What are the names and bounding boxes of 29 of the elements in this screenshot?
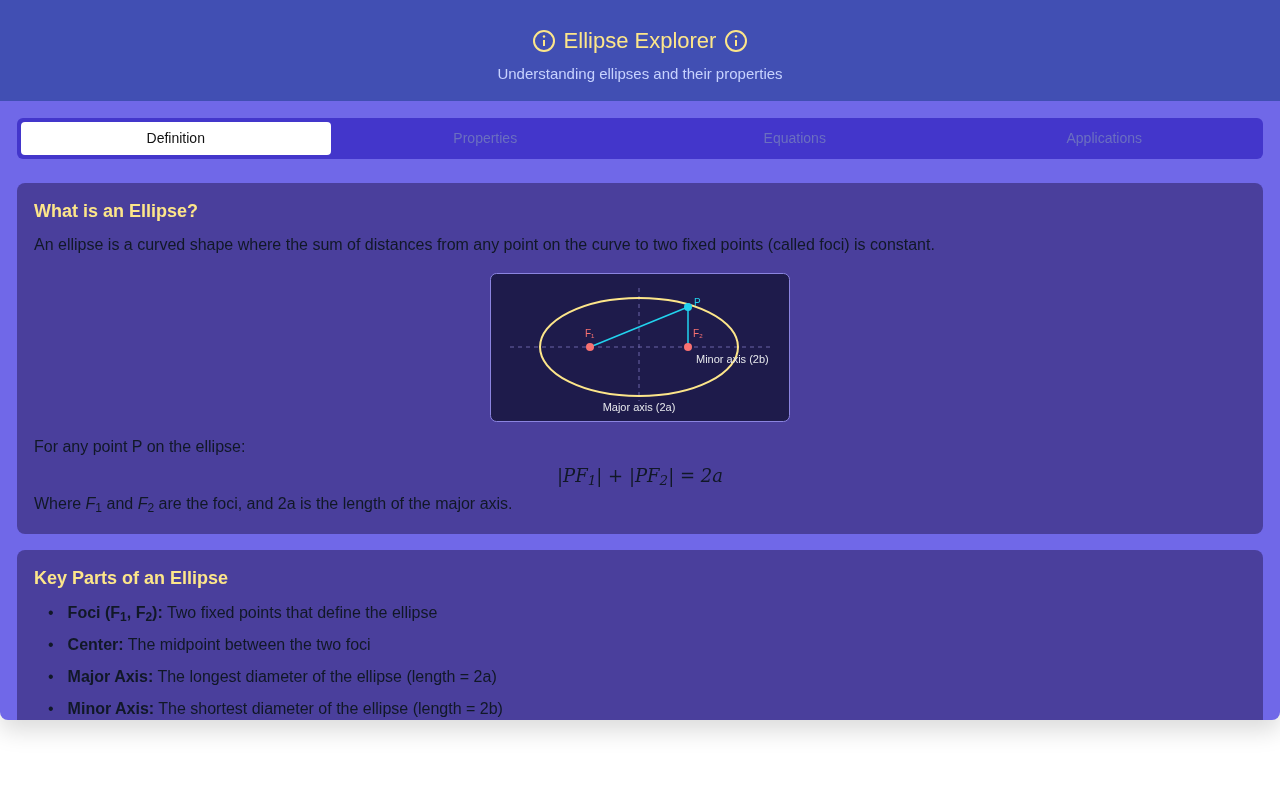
bullet: •: [48, 666, 54, 687]
paragraph: For any point P on the ellipse:: [34, 436, 247, 457]
tab[interactable]: Definition: [21, 122, 331, 155]
app-subtitle: Understanding ellipses and their properties: [496, 64, 784, 84]
focus-label: F₂: [693, 327, 703, 339]
tab[interactable]: Applications: [949, 122, 1259, 155]
paragraph: An ellipse is a curved shape where the sum of distances from any point on the curve to two fixed points (called foci) is constant.: [34, 235, 936, 256]
tab[interactable]: Properties: [330, 122, 640, 155]
app-title: Ellipse Explorer: [563, 27, 717, 55]
list-item: Center: The midpoint between the two foci: [67, 634, 371, 655]
axis-label: Major axis (2a): [602, 400, 676, 413]
focus-point: [586, 342, 594, 351]
formula: |PF$_{1}$| + |PF$_{2}$| = 2a: [557, 464, 723, 486]
list-item: Major Axis: The longest diameter of the ellipse (length = 2a): [67, 666, 497, 687]
info-icon: [531, 28, 556, 53]
point-label: P: [694, 296, 701, 308]
card-title: What is an Ellipse?: [34, 200, 200, 223]
curve-point: [684, 302, 692, 311]
list-item: Minor Axis: The shortest diameter of the ellipse (length = 2b): [67, 698, 503, 719]
bullet: •: [48, 602, 54, 623]
info-icon: [724, 28, 749, 53]
focus-point: [684, 342, 692, 351]
focus-label: F₁: [585, 327, 595, 339]
paragraph: Where F$_{1}$ and F$_{2}$ are the foci, and 2a is the length of the major axis.: [34, 494, 514, 516]
list-item: Foci (F$_{1}$, F$_{2}$): Two fixed points that define the ellipse: [67, 602, 438, 625]
bullet: •: [48, 634, 54, 655]
bullet: •: [48, 698, 54, 719]
card-title: Key Parts of an Ellipse: [34, 566, 230, 590]
tab[interactable]: Equations: [640, 122, 950, 155]
